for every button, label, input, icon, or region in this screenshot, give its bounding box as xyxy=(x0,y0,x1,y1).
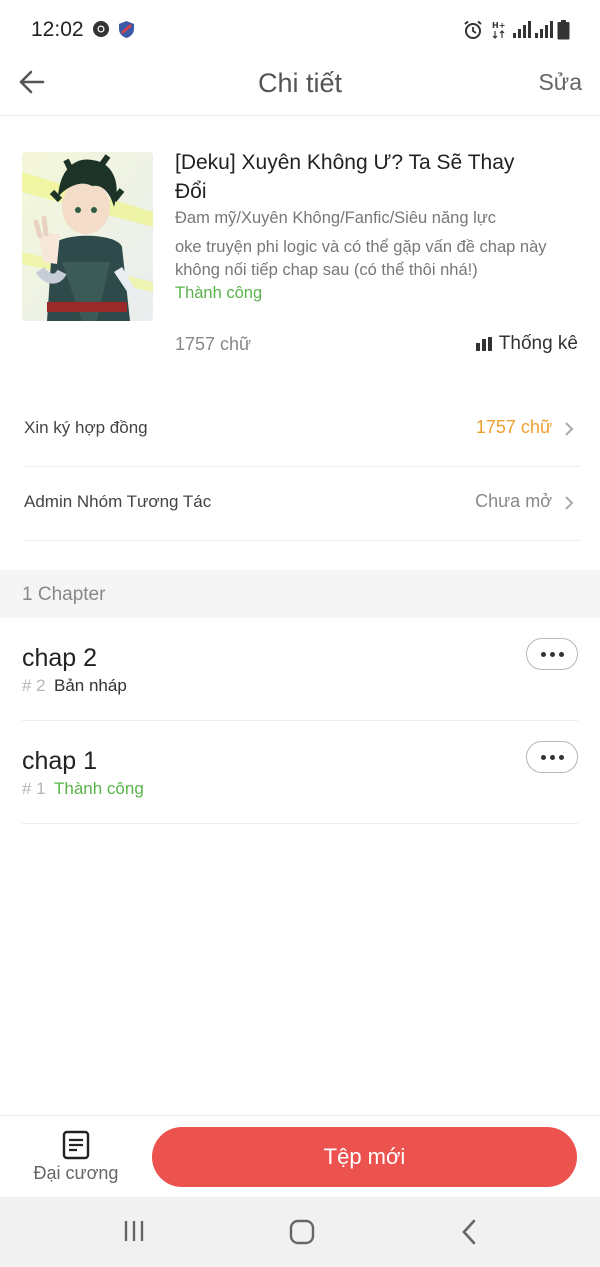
more-dot xyxy=(549,754,555,760)
chapter-row[interactable]: chap 2 # 2 Bản nháp xyxy=(22,618,578,721)
chapter-count: 1 Chapter xyxy=(22,584,106,605)
status-bar: 12:02 H+ xyxy=(0,0,600,60)
contract-row[interactable]: Xin ký hợp đồng 1757 chữ xyxy=(24,395,580,467)
outline-button[interactable]: Đại cương xyxy=(24,1130,128,1186)
edit-button[interactable]: Sửa xyxy=(538,69,582,96)
signal-icon xyxy=(513,21,531,38)
more-dot xyxy=(549,651,555,657)
chapter-row[interactable]: chap 1 # 1 Thành công xyxy=(22,721,578,824)
more-dot xyxy=(558,651,564,657)
chapter-number: # 1 xyxy=(22,779,46,798)
chapter-status: Thành công xyxy=(54,779,144,798)
chrome-icon xyxy=(93,21,109,37)
page-title: Chi tiết xyxy=(257,68,343,98)
network-type-icon: H+ xyxy=(492,21,505,39)
chapter-status: Bản nháp xyxy=(54,676,127,695)
more-dot xyxy=(540,651,546,657)
admin-group-row[interactable]: Admin Nhóm Tương Tác Chưa mở xyxy=(24,469,580,541)
book-cover xyxy=(22,152,153,321)
chapter-more-button[interactable] xyxy=(526,741,578,773)
new-file-button[interactable]: Tệp mới xyxy=(152,1127,577,1187)
admin-group-value: Chưa mở xyxy=(475,491,552,511)
book-status: Thành công xyxy=(175,284,263,302)
back-nav-icon[interactable] xyxy=(460,1219,478,1245)
top-app-bar: Chi tiết Sửa xyxy=(0,56,600,116)
outline-label: Đại cương xyxy=(33,1163,119,1183)
status-time: 12:02 xyxy=(31,18,84,41)
chapter-section-header: 1 Chapter xyxy=(0,570,600,618)
more-dot xyxy=(558,754,564,760)
svg-text:H+: H+ xyxy=(492,21,505,30)
chapter-more-button[interactable] xyxy=(526,638,578,670)
chapter-title: chap 1 xyxy=(22,747,98,775)
alarm-icon xyxy=(464,20,482,39)
bar-chart-icon xyxy=(475,337,492,351)
recent-apps-icon[interactable] xyxy=(122,1219,146,1243)
signal-2-icon xyxy=(535,21,553,38)
battery-icon xyxy=(557,20,570,40)
book-word-count: 1757 chữ xyxy=(175,334,252,354)
shield-icon xyxy=(119,21,134,38)
contract-value: 1757 chữ xyxy=(475,417,552,437)
stats-label: Thống kê xyxy=(498,333,578,354)
book-genres: Đam mỹ/Xuyên Không/Fanfic/Siêu năng lực xyxy=(175,209,497,227)
more-dot xyxy=(540,754,546,760)
book-description: oke truyện phi logic và có thể gặp vấn đ… xyxy=(175,238,547,279)
system-nav-bar xyxy=(0,1197,600,1267)
stats-button[interactable]: Thống kê xyxy=(475,333,578,355)
chevron-right-icon xyxy=(565,422,574,436)
admin-group-label: Admin Nhóm Tương Tác xyxy=(24,492,212,511)
chapter-title: chap 2 xyxy=(22,644,98,672)
bottom-action-bar: Đại cương Tệp mới xyxy=(0,1115,600,1197)
document-icon xyxy=(62,1130,90,1160)
home-icon[interactable] xyxy=(289,1219,315,1245)
chevron-right-icon xyxy=(565,496,574,510)
chapter-number: # 2 xyxy=(22,676,46,695)
book-title: [Deku] Xuyên Không Ư? Ta Sẽ Thay Đổi xyxy=(175,151,515,203)
contract-label: Xin ký hợp đồng xyxy=(24,418,148,437)
